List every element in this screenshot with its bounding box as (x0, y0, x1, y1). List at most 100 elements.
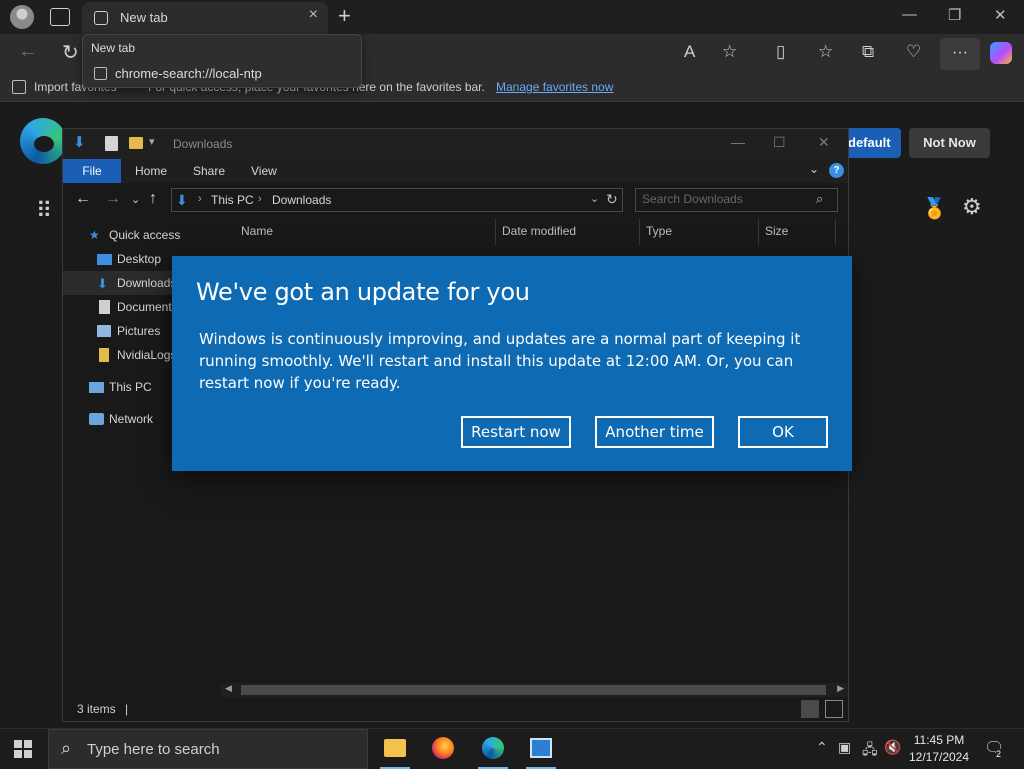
profile-avatar[interactable] (10, 5, 34, 29)
new-tab-button[interactable]: + (338, 3, 351, 29)
column-divider[interactable] (639, 219, 640, 245)
read-aloud-icon[interactable]: A (684, 42, 695, 62)
details-view-icon[interactable] (801, 700, 819, 718)
scrollbar-thumb[interactable] (241, 685, 826, 695)
column-header-type[interactable]: Type (646, 224, 672, 238)
taskbar-app-firefox[interactable] (420, 729, 466, 769)
tab-new-tab[interactable]: New tab × (82, 2, 328, 34)
taskbar-app-other[interactable] (518, 729, 564, 769)
ok-button[interactable]: OK (738, 416, 828, 448)
download-arrow-icon[interactable]: ⬇ (73, 133, 86, 151)
notifications-icon[interactable]: 🗨 (984, 738, 1004, 758)
app-window-icon (530, 738, 552, 758)
taskbar-search-box[interactable]: ⌕ (48, 729, 368, 769)
explorer-search-box[interactable]: ⌕ (635, 188, 838, 212)
nav-label: Network (109, 412, 154, 426)
ribbon-expand-icon[interactable]: ⌄ (809, 162, 819, 176)
ribbon-tab-file[interactable]: File (63, 159, 121, 183)
column-header-name[interactable]: Name (241, 224, 273, 238)
explorer-close-button[interactable]: ✕ (818, 134, 830, 151)
show-hidden-icons-icon[interactable]: ⌃ (816, 739, 828, 756)
import-icon (12, 80, 26, 94)
large-icons-view-icon[interactable] (825, 700, 843, 718)
taskbar-app-edge[interactable] (470, 729, 516, 769)
properties-icon[interactable] (105, 136, 118, 151)
tray-app-icon[interactable]: ▣ (838, 739, 851, 756)
explorer-maximize-button[interactable]: ☐ (773, 134, 786, 151)
help-icon[interactable]: ? (829, 163, 844, 178)
ribbon-tab-home[interactable]: Home (135, 164, 167, 178)
new-folder-icon[interactable] (129, 137, 143, 149)
firefox-icon (432, 737, 454, 759)
download-icon: ⬇ (97, 276, 108, 291)
up-folder-icon[interactable]: ↑ (149, 190, 157, 208)
explorer-forward-icon[interactable]: → (105, 190, 121, 208)
favorites-icon[interactable]: ☆ (818, 42, 833, 62)
column-divider[interactable] (758, 219, 759, 245)
breadcrumb-this-pc[interactable]: This PC (211, 193, 254, 207)
taskbar-search-input[interactable] (87, 741, 357, 758)
column-header-date-modified[interactable]: Date modified (502, 224, 576, 238)
quick-access-dropdown-icon[interactable]: ▾ (149, 135, 155, 148)
another-time-button[interactable]: Another time (595, 416, 714, 448)
column-divider[interactable] (835, 219, 836, 245)
nav-label: Downloads (117, 276, 177, 290)
close-window-button[interactable]: ✕ (994, 6, 1007, 24)
nav-quick-access[interactable]: ★ Quick access (63, 223, 221, 247)
tooltip-page-icon (94, 67, 107, 80)
favorite-star-icon[interactable]: ☆ (722, 42, 737, 62)
windows-taskbar: ⌕ ⌃ ▣ 🖧 🔇 11:45 PM 12/17/2024 🗨 2 (0, 728, 1024, 769)
refresh-button[interactable]: ↻ (62, 40, 79, 65)
apps-grid-icon[interactable]: ⠿ (36, 198, 52, 224)
not-now-button[interactable]: Not Now (909, 128, 990, 158)
explorer-minimize-button[interactable]: — (731, 134, 745, 150)
explorer-ribbon: File Home Share View ⌄ ? (63, 159, 848, 183)
clock-date[interactable]: 12/17/2024 (900, 750, 978, 764)
explorer-back-icon[interactable]: ← (75, 190, 91, 208)
search-input[interactable] (642, 192, 802, 206)
breadcrumb-separator-icon[interactable]: › (258, 193, 262, 205)
recent-locations-icon[interactable]: ⌄ (131, 193, 140, 206)
address-dropdown-icon[interactable]: ⌄ (590, 192, 599, 205)
breadcrumb-downloads[interactable]: Downloads (272, 193, 331, 207)
restore-button[interactable]: ❐ (948, 6, 961, 24)
file-explorer-icon (384, 739, 406, 757)
nav-label: NvidiaLogs (117, 348, 177, 362)
split-screen-icon[interactable]: ▯ (776, 42, 785, 62)
ribbon-tab-share[interactable]: Share (193, 164, 225, 178)
browser-tab-bar: New tab × + — ❐ ✕ (0, 0, 1024, 34)
network-icon (89, 413, 104, 425)
rewards-icon[interactable]: 🏅 (922, 196, 947, 221)
tooltip-url: chrome-search://local-ntp (115, 66, 262, 81)
browser-essentials-icon[interactable]: ♡ (906, 42, 921, 62)
horizontal-scrollbar[interactable]: ◀ ▶ (221, 683, 848, 697)
tab-close-icon[interactable]: × (309, 6, 318, 24)
start-windows-icon[interactable] (14, 740, 32, 758)
file-list-headers: Name Date modified Type Size (221, 217, 848, 247)
manage-favorites-link[interactable]: Manage favorites now (496, 80, 613, 94)
minimize-button[interactable]: — (902, 6, 917, 23)
network-tray-icon[interactable]: 🖧 (862, 739, 878, 763)
scroll-left-icon[interactable]: ◀ (225, 683, 232, 694)
clock-time[interactable]: 11:45 PM (900, 733, 978, 747)
breadcrumb-separator-icon[interactable]: › (198, 193, 202, 205)
more-options-button[interactable]: ··· (940, 38, 980, 70)
nav-label: Pictures (117, 324, 161, 338)
back-button[interactable]: ← (18, 40, 38, 63)
restart-now-button[interactable]: Restart now (461, 416, 571, 448)
status-separator: | (125, 702, 129, 716)
address-bar[interactable]: ⬇ › This PC › Downloads ⌄ ↻ (171, 188, 623, 212)
tab-actions-icon[interactable] (50, 8, 70, 26)
scroll-right-icon[interactable]: ▶ (837, 683, 844, 694)
column-header-size[interactable]: Size (765, 224, 788, 238)
copilot-icon[interactable] (990, 42, 1012, 64)
address-refresh-icon[interactable]: ↻ (606, 191, 618, 208)
ribbon-tab-view[interactable]: View (251, 164, 277, 178)
settings-gear-icon[interactable]: ⚙ (962, 194, 982, 220)
taskbar-app-file-explorer[interactable] (372, 729, 418, 769)
volume-muted-icon[interactable]: 🔇 (884, 739, 901, 756)
tab-title: New tab (120, 10, 168, 25)
collections-icon[interactable]: ⧉ (862, 42, 874, 62)
column-divider[interactable] (495, 219, 496, 245)
edge-logo-icon (20, 118, 66, 164)
